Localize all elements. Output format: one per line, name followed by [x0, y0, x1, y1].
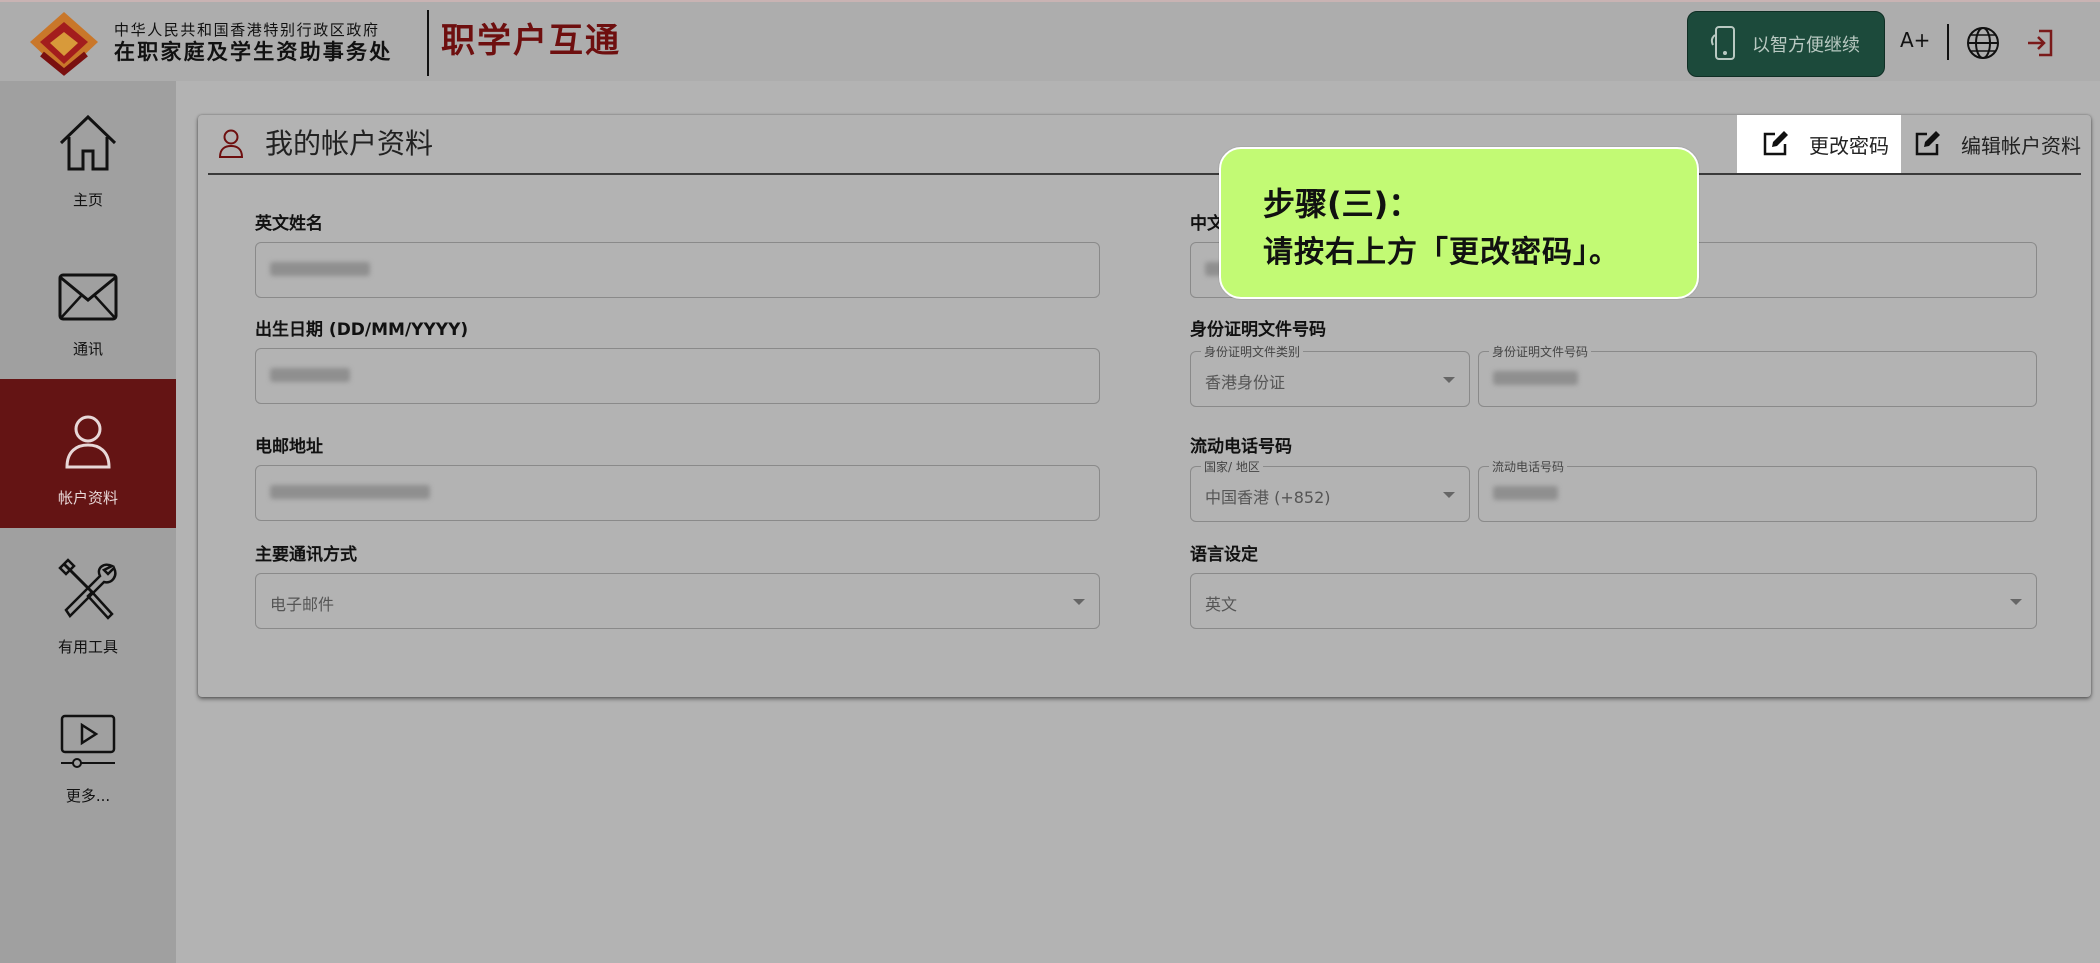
comm-method-label: 主要通讯方式 — [255, 545, 357, 565]
country-value: 中国香港 (+852) — [1205, 488, 1331, 507]
continue-with-iamsmart-label: 以智方便继续 — [1752, 35, 1860, 56]
redacted-value — [1493, 371, 1578, 385]
account-info-card: 我的帐户资料 更改密码 编辑帐户资料 英文姓名 出生日期 (DD/MM/YYYY… — [198, 115, 2091, 697]
language-label: 语言设定 — [1190, 545, 1258, 565]
card-header: 我的帐户资料 更改密码 编辑帐户资料 — [208, 115, 2081, 175]
sidebar-item-messages[interactable]: 通讯 — [0, 230, 176, 379]
sidebar-item-more[interactable]: 更多... — [0, 677, 176, 826]
redacted-value — [270, 485, 430, 499]
edit-profile-label: 编辑帐户资料 — [1961, 133, 2081, 158]
header-separator — [1947, 24, 1949, 60]
sidebar-item-label: 有用工具 — [57, 638, 118, 656]
sidebar-item-label: 帐户资料 — [57, 489, 118, 507]
phone-icon — [1710, 26, 1735, 60]
id-doc-type-sublabel: 身份证明文件类别 — [1201, 343, 1304, 360]
dob-field[interactable] — [255, 348, 1100, 404]
id-doc-number-field[interactable]: 身份证明文件号码 — [1478, 343, 2037, 407]
callout-step-title: 步骤(三)： — [1263, 185, 1421, 223]
org-name: 中华人民共和国香港特别行政区政府 在职家庭及学生资助事务处 — [114, 21, 392, 65]
page-title: 我的帐户资料 — [265, 127, 434, 160]
mobile-label: 流动电话号码 — [1190, 437, 1292, 457]
id-doc-type-select[interactable]: 身份证明文件类别 香港身份证 — [1190, 343, 1470, 407]
id-doc-type-value: 香港身份证 — [1205, 373, 1286, 392]
home-icon — [59, 114, 117, 171]
continue-with-iamsmart-button[interactable]: 以智方便继续 — [1687, 11, 1885, 77]
card-actions: 更改密码 编辑帐户资料 — [1737, 115, 2081, 173]
edit-icon — [1763, 131, 1788, 156]
user-icon — [218, 129, 244, 158]
country-sublabel: 国家/ 地区 — [1201, 458, 1263, 475]
chevron-down-icon — [2010, 599, 2022, 605]
email-field[interactable] — [255, 465, 1100, 521]
dob-label: 出生日期 (DD/MM/YYYY) — [255, 320, 469, 340]
chevron-down-icon — [1443, 377, 1455, 383]
globe-icon[interactable] — [1965, 25, 2001, 61]
chevron-down-icon — [1443, 492, 1455, 498]
email-label: 电邮地址 — [255, 437, 323, 457]
wfsfaa-logo — [30, 12, 98, 76]
chevron-down-icon — [1073, 599, 1085, 605]
org-name-line2: 在职家庭及学生资助事务处 — [114, 40, 393, 64]
sidebar-item-label: 主页 — [72, 191, 103, 209]
app-title: 职学户互通 — [441, 21, 621, 61]
language-value: 英文 — [1205, 595, 1238, 614]
tools-icon — [58, 558, 117, 620]
video-icon — [60, 714, 116, 768]
mobile-sublabel: 流动电话号码 — [1489, 458, 1568, 475]
header-divider — [427, 10, 429, 76]
edit-profile-button[interactable]: 编辑帐户资料 — [1913, 115, 2081, 173]
sidebar-item-account[interactable]: 帐户资料 — [0, 379, 176, 528]
redacted-value — [1493, 486, 1558, 500]
tutorial-callout: 步骤(三)： 请按右上方「更改密码」。 — [1219, 147, 1699, 299]
mail-icon — [58, 273, 118, 321]
font-size-button[interactable]: A+ — [1900, 28, 1930, 52]
id-doc-label: 身份证明文件号码 — [1190, 320, 1326, 340]
logout-icon[interactable] — [2025, 28, 2055, 58]
sidebar-item-home[interactable]: 主页 — [0, 81, 176, 230]
comm-method-value: 电子邮件 — [270, 595, 335, 614]
country-select[interactable]: 国家/ 地区 中国香港 (+852) — [1190, 458, 1470, 522]
language-select[interactable]: 英文 — [1190, 573, 2037, 629]
sidebar-item-label: 通讯 — [72, 340, 103, 358]
callout-instruction: 请按右上方「更改密码」。 — [1263, 235, 1620, 270]
change-password-label: 更改密码 — [1809, 133, 1889, 158]
comm-method-select[interactable]: 电子邮件 — [255, 573, 1100, 629]
redacted-value — [270, 368, 350, 382]
change-password-button[interactable]: 更改密码 — [1737, 115, 1901, 173]
redacted-value — [270, 262, 370, 276]
edit-icon — [1915, 131, 1940, 156]
top-header: 中华人民共和国香港特别行政区政府 在职家庭及学生资助事务处 职学户互通 以智方便… — [0, 0, 2100, 81]
mobile-number-field[interactable]: 流动电话号码 — [1478, 458, 2037, 522]
english-name-field[interactable] — [255, 242, 1100, 298]
english-name-label: 英文姓名 — [255, 214, 323, 234]
sidebar: 主页 通讯 帐户资料 有用工具 更多... — [0, 81, 176, 963]
sidebar-item-tools[interactable]: 有用工具 — [0, 528, 176, 677]
sidebar-item-label: 更多... — [65, 787, 111, 805]
user-icon — [65, 415, 111, 469]
id-doc-number-sublabel: 身份证明文件号码 — [1489, 343, 1592, 360]
org-name-line1: 中华人民共和国香港特别行政区政府 — [114, 21, 380, 39]
